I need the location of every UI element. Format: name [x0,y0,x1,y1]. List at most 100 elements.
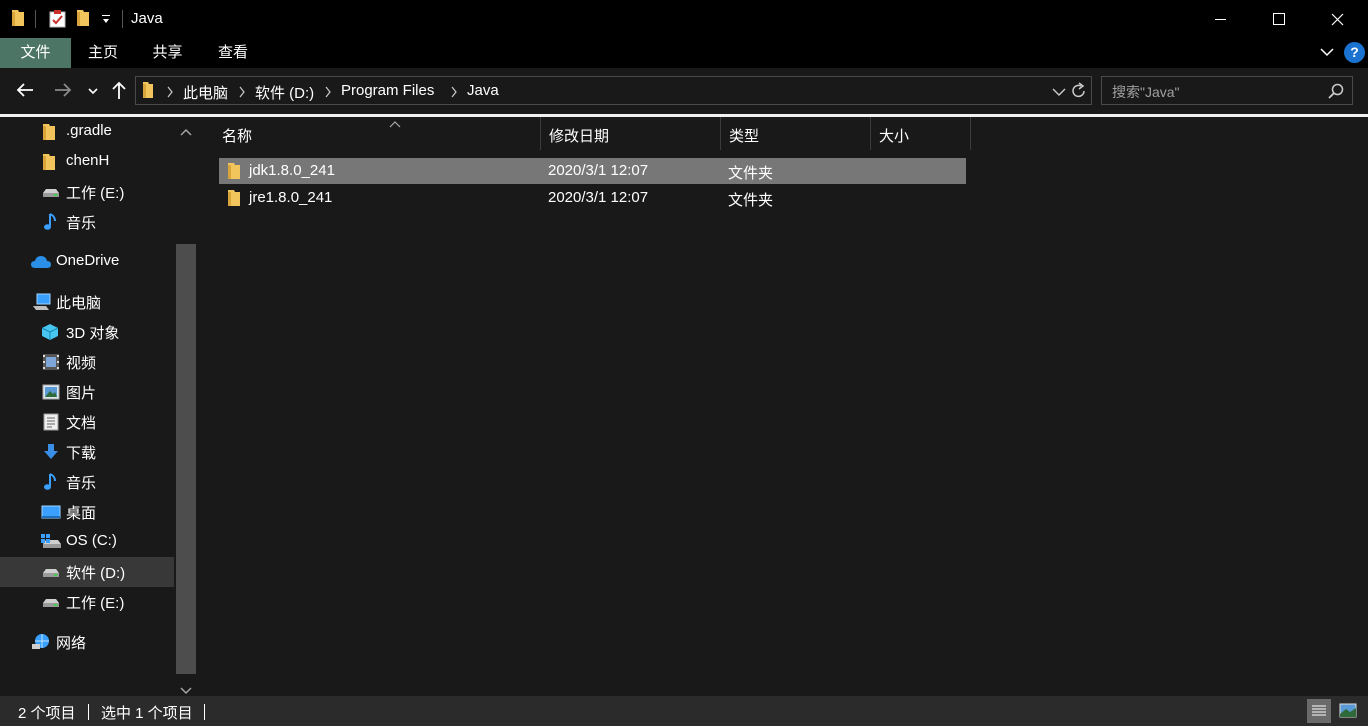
sidebar-item-videos[interactable]: 视频 [0,347,174,377]
search-icon[interactable] [1328,83,1344,103]
sidebar-item-3d-objects[interactable]: 3D 对象 [0,317,174,347]
forward-arrow-icon[interactable] [53,80,73,104]
folder-icon [142,81,154,103]
network-icon [31,633,49,651]
large-icons-view-icon [1339,703,1357,718]
sidebar-item-label: 下载 [66,445,97,462]
drive-icon [41,183,59,201]
sidebar-item-label: chenH [66,152,110,169]
download-icon [42,443,60,461]
cube-icon [41,323,59,341]
sidebar-item-label: 此电脑 [56,295,102,312]
sidebar-item-gradle[interactable]: .gradle [0,117,174,147]
column-label: 类型 [729,128,760,145]
sidebar-item-music[interactable]: 音乐 [0,467,174,497]
sidebar-item-drive-c[interactable]: OS (C:) [0,527,174,557]
sidebar-item-chenh[interactable]: chenH [0,147,174,177]
status-bar: 2 个项目 选中 1 个项目 [0,696,1368,726]
breadcrumb-program-files[interactable]: Program Files [341,82,434,99]
sidebar-item-label: OS (C:) [66,532,117,549]
file-modified: 2020/3/1 12:07 [548,162,649,179]
music-icon [42,473,60,491]
sidebar-item-drive-e[interactable]: 工作 (E:) [0,587,174,617]
column-header-name[interactable]: 名称 [214,117,541,150]
minimize-icon [1215,19,1226,20]
details-view-button[interactable] [1307,699,1331,723]
file-type: 文件夹 [728,165,774,182]
sidebar-item-label: 网络 [56,635,87,652]
folder-icon [42,123,60,141]
sidebar-item-label: 音乐 [66,215,97,232]
breadcrumb-java[interactable]: Java [467,82,499,99]
column-header-modified[interactable]: 修改日期 [541,117,721,150]
sidebar-item-label: 文档 [66,415,97,432]
address-dropdown-icon[interactable] [1052,85,1066,102]
desktop-icon [41,503,61,521]
file-row[interactable]: jre1.8.0_241 2020/3/1 12:07 文件夹 [219,185,966,211]
new-folder-icon[interactable] [76,9,90,31]
customize-toolbar-icon[interactable] [101,12,111,29]
sidebar-item-drive-d[interactable]: 软件 (D:) [0,557,174,587]
sidebar-item-drive-e-quick[interactable]: 工作 (E:) [0,177,174,207]
sidebar-item-desktop[interactable]: 桌面 [0,497,174,527]
document-icon [43,413,61,431]
column-label: 名称 [222,128,253,145]
recent-locations-icon[interactable] [87,84,99,101]
sidebar-item-label: OneDrive [56,252,120,269]
refresh-icon[interactable] [1071,82,1087,104]
column-label: 修改日期 [549,128,610,145]
breadcrumb-this-pc[interactable]: 此电脑 [183,82,228,103]
file-row[interactable]: jdk1.8.0_241 2020/3/1 12:07 文件夹 [219,158,966,184]
file-type: 文件夹 [728,192,774,209]
column-header-type[interactable]: 类型 [721,117,871,150]
navigation-bar: 此电脑 软件 (D:) Program Files Java 搜索"Java" [0,68,1368,114]
tab-file[interactable]: 文件 [0,38,71,68]
tab-home[interactable]: 主页 [71,38,135,68]
sidebar-item-this-pc[interactable]: 此电脑 [0,287,174,317]
file-name: jdk1.8.0_241 [249,162,335,179]
folder-icon [11,9,25,31]
column-header-size[interactable]: 大小 [871,117,971,150]
chevron-right-icon [238,85,246,102]
folder-icon [42,153,60,171]
details-view-icon [1312,705,1326,716]
breadcrumb-drive-d[interactable]: 软件 (D:) [255,82,314,103]
file-list: 名称 修改日期 类型 大小 jdk1.8.0_241 2020/3/1 12:0… [198,117,1368,696]
tab-share[interactable]: 共享 [135,38,200,68]
sidebar-item-label: 桌面 [66,505,97,522]
sidebar-item-downloads[interactable]: 下载 [0,437,174,467]
close-icon [1331,13,1343,25]
sidebar-item-onedrive[interactable]: OneDrive [0,247,174,277]
navigation-pane: .gradle chenH 工作 (E:) 音乐 OneDrive 此电脑 3D… [0,117,198,696]
properties-icon[interactable] [49,9,66,32]
sort-ascending-icon [389,115,401,132]
ribbon-expand-icon[interactable] [1320,45,1334,63]
help-button[interactable]: ? [1344,42,1365,63]
search-box[interactable]: 搜索"Java" [1101,76,1353,105]
close-button[interactable] [1308,0,1366,38]
sidebar-item-label: 视频 [66,355,97,372]
item-count: 2 个项目 [18,705,76,722]
minimize-button[interactable] [1192,0,1250,38]
tab-view[interactable]: 查看 [200,38,266,68]
sidebar-item-network[interactable]: 网络 [0,627,174,657]
large-icons-view-button[interactable] [1336,699,1360,723]
sidebar-item-documents[interactable]: 文档 [0,407,174,437]
music-icon [42,213,60,231]
scrollbar-thumb[interactable] [176,244,196,674]
sidebar-item-pictures[interactable]: 图片 [0,377,174,407]
search-placeholder: 搜索"Java" [1112,84,1180,100]
chevron-right-icon [324,85,332,102]
scroll-up-icon[interactable] [180,123,192,140]
folder-icon [227,162,241,184]
address-bar[interactable]: 此电脑 软件 (D:) Program Files Java [135,76,1092,105]
file-modified: 2020/3/1 12:07 [548,189,649,206]
back-arrow-icon[interactable] [15,80,35,104]
up-arrow-icon[interactable] [110,80,128,104]
selection-count: 选中 1 个项目 [101,705,193,722]
sidebar-item-music-quick[interactable]: 音乐 [0,207,174,237]
window-title: Java [131,10,163,27]
maximize-button[interactable] [1250,0,1308,38]
computer-icon [32,293,51,311]
sidebar-scrollbar[interactable] [174,117,198,696]
